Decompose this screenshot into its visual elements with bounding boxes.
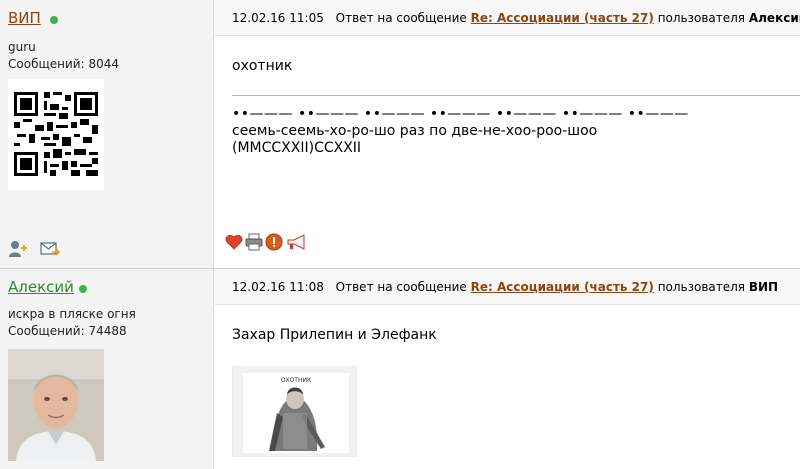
send-message-icon[interactable]: [40, 240, 61, 258]
signature: ••——— ••——— ••——— ••——— ••——— ••——— ••——…: [232, 106, 689, 157]
post-message: охотник: [232, 58, 293, 74]
author-sidebar: ВИП guru Сообщений: 8044: [0, 0, 214, 268]
reply-prefix: Ответ на сообщение: [335, 11, 467, 25]
post-body: охотник ••——— ••——— ••——— ••——— ••——— ••…: [215, 36, 800, 268]
user-prefix: пользователя: [657, 11, 746, 25]
report-icon[interactable]: [265, 233, 283, 251]
author-rank: guru: [8, 40, 36, 54]
signature-divider: [232, 95, 800, 96]
add-friend-icon[interactable]: [8, 240, 28, 258]
attachment-image: ОХОТНИК: [243, 373, 349, 453]
reply-user: ВИП: [748, 280, 779, 294]
avatar: [8, 349, 104, 461]
print-icon[interactable]: [245, 233, 263, 251]
post-header: 12.02.16 11:05 Ответ на сообщение Re: Ас…: [215, 0, 800, 36]
attachment-thumbnail[interactable]: ОХОТНИК: [232, 366, 357, 457]
forum-post: Алексий искра в пляске огня Сообщений: 7…: [0, 268, 800, 469]
post-body: Захар Прилепин и Элефанк ОХОТНИК: [215, 305, 800, 469]
reply-topic-link[interactable]: Re: Ассоциации (часть 27): [471, 280, 654, 294]
forum-post: ВИП guru Сообщений: 8044 12.02.16 11:05 …: [0, 0, 800, 268]
reply-user: Алексий: [748, 11, 800, 25]
signature-line-1: ••——— ••——— ••——— ••——— ••——— ••——— ••——…: [232, 106, 689, 122]
announce-icon[interactable]: [285, 233, 309, 251]
signature-line-2: сеемь-сеемь-хо-ро-шо раз по две-не-хоо-р…: [232, 123, 598, 139]
online-status-icon: [50, 16, 58, 24]
reply-prefix: Ответ на сообщение: [335, 280, 467, 294]
author-name-link[interactable]: ВИП: [8, 9, 41, 27]
author-name-link[interactable]: Алексий: [8, 278, 74, 296]
heart-icon[interactable]: [225, 233, 243, 251]
post-message: Захар Прилепин и Элефанк: [232, 327, 437, 343]
qr-code-icon: [8, 79, 104, 190]
attachment-caption: ОХОТНИК: [281, 377, 312, 384]
post-actions: [225, 233, 309, 251]
online-status-icon: [79, 285, 87, 293]
author-rank: искра в пляске огня: [8, 307, 136, 321]
author-post-count: Сообщений: 74488: [8, 324, 127, 338]
signature-line-3: (MMCCXXII)CCXXII: [232, 140, 362, 156]
post-datetime: 12.02.16 11:05: [232, 11, 324, 25]
user-tools: [8, 240, 61, 258]
reply-topic-link[interactable]: Re: Ассоциации (часть 27): [471, 11, 654, 25]
post-header: 12.02.16 11:08 Ответ на сообщение Re: Ас…: [215, 269, 800, 305]
author-sidebar: Алексий искра в пляске огня Сообщений: 7…: [0, 269, 214, 469]
user-prefix: пользователя: [657, 280, 746, 294]
author-post-count: Сообщений: 8044: [8, 57, 119, 71]
post-datetime: 12.02.16 11:08: [232, 280, 324, 294]
